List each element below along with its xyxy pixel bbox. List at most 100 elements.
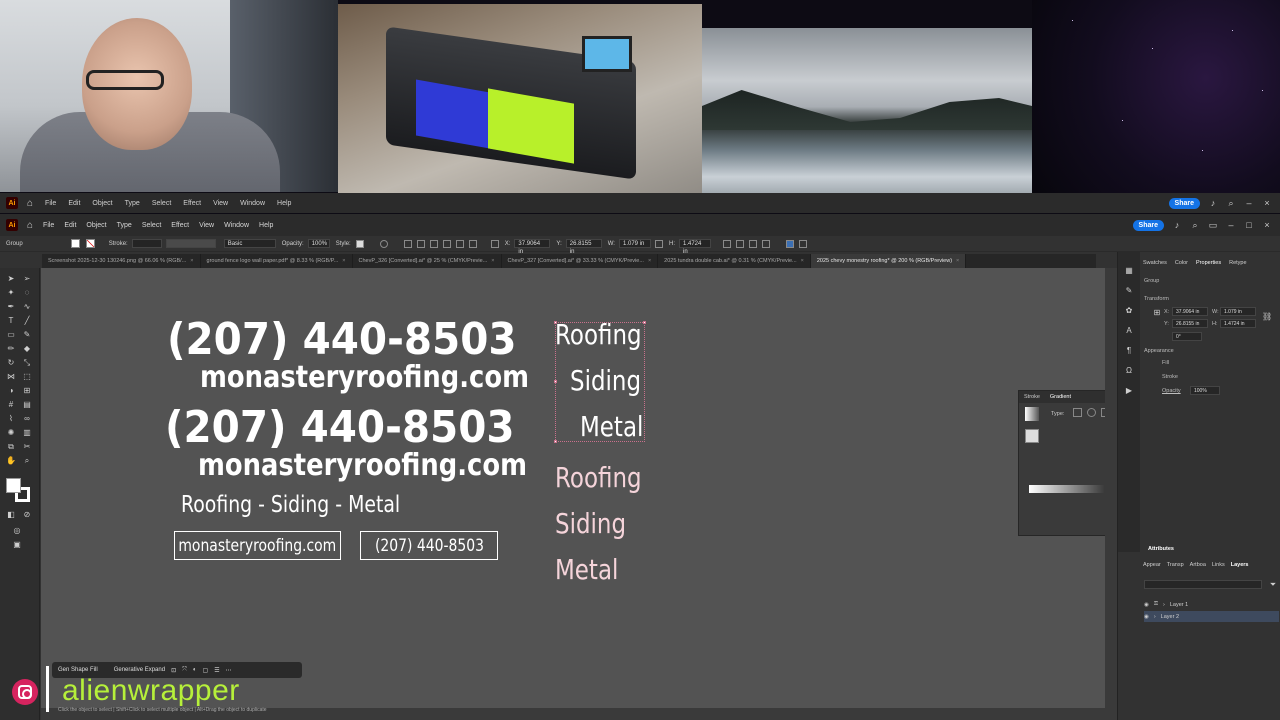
gradient-preview-swatch[interactable] — [1025, 407, 1039, 421]
more-options-icon[interactable] — [798, 239, 807, 248]
url-headline-2[interactable]: monasteryroofing.com — [198, 448, 527, 483]
eyedropper-icon[interactable]: ⌇ — [6, 414, 16, 424]
opacity-field[interactable]: 100% — [1190, 386, 1220, 395]
tab-close-icon[interactable]: × — [648, 258, 651, 264]
style-swatch[interactable] — [355, 239, 364, 248]
stack-left-siding[interactable]: Siding — [555, 507, 626, 540]
menu-view[interactable]: View — [199, 222, 214, 229]
link-icon[interactable] — [654, 239, 663, 248]
menu-object[interactable]: Object — [86, 222, 106, 229]
search-icon[interactable]: ⌕ — [1190, 220, 1200, 230]
rotate-icon[interactable]: ↻ — [6, 358, 16, 368]
isolate-icon[interactable] — [735, 239, 744, 248]
panel-menu-icon[interactable] — [761, 239, 770, 248]
expand-icon[interactable]: › — [1163, 602, 1165, 608]
tab-close-icon[interactable]: × — [801, 258, 804, 264]
phone-headline-2[interactable]: (207) 440-8503 — [165, 402, 515, 453]
share-button[interactable]: Share — [1132, 219, 1164, 231]
workspace-icon[interactable]: ▭ — [1208, 220, 1218, 230]
line-tool-icon[interactable]: ╱ — [22, 316, 32, 326]
paragraph-icon[interactable]: ¶ — [1124, 346, 1134, 356]
default-colors-icon[interactable]: ◧ — [6, 510, 16, 520]
select-similar-icon[interactable] — [785, 239, 794, 248]
w-field[interactable]: 1.079 in — [1220, 307, 1256, 316]
url-headline-1[interactable]: monasteryroofing.com — [200, 360, 529, 395]
pen-tool-icon[interactable]: ✒ — [6, 302, 16, 312]
stack-left-roofing[interactable]: Roofing — [555, 461, 642, 494]
maximize-icon[interactable]: □ — [1244, 220, 1254, 230]
radial-gradient-icon[interactable] — [1087, 408, 1096, 417]
reference-point-icon[interactable]: ⊞ — [1152, 308, 1162, 318]
paintbrush-icon[interactable]: ✎ — [22, 330, 32, 340]
h-field[interactable]: 1.4724 in — [678, 239, 711, 255]
tab-artboards[interactable]: Artboa — [1190, 562, 1206, 568]
visibility-icon[interactable]: ◉ — [1144, 614, 1149, 620]
fill-indicator[interactable] — [6, 478, 21, 493]
mesh-icon[interactable]: # — [6, 400, 16, 410]
vertical-scrollbar[interactable] — [1105, 268, 1117, 708]
y-field[interactable]: 26.8155 in — [565, 239, 602, 255]
layer-row[interactable]: ◉ ⚿ › Layer 1 — [1144, 599, 1279, 610]
context-menu-icon[interactable]: ⋯ — [226, 667, 232, 674]
selection-handle[interactable] — [554, 380, 557, 383]
x-field[interactable]: 37.9064 in — [514, 239, 551, 255]
type-tool-icon[interactable]: T — [6, 316, 16, 326]
graph-tool-icon[interactable]: ▥ — [22, 428, 32, 438]
menu-edit[interactable]: Edit — [64, 222, 76, 229]
menu-file[interactable]: File — [43, 222, 54, 229]
selection-tool-icon[interactable]: ➤ — [6, 274, 16, 284]
symbol-sprayer-icon[interactable]: ✺ — [6, 428, 16, 438]
tab-links[interactable]: Links — [1212, 562, 1225, 568]
tab-layers[interactable]: Layers — [1231, 562, 1249, 568]
shape-builder-icon[interactable]: ◑ — [6, 386, 16, 396]
selection-handle[interactable] — [554, 440, 557, 443]
free-transform-icon[interactable]: ⬚ — [22, 372, 32, 382]
tab-transparency[interactable]: Transp — [1167, 562, 1184, 568]
lock-icon[interactable]: ⚿ — [1154, 601, 1158, 608]
selection-handle[interactable] — [643, 321, 646, 324]
artboard-tool-icon[interactable]: ⧉ — [6, 442, 16, 452]
visibility-icon[interactable]: ◉ — [1144, 602, 1149, 608]
scale-icon[interactable]: ⤡ — [22, 358, 32, 368]
tab-document[interactable]: Screenshot 2025-12-30 130246.png @ 66.06… — [42, 254, 201, 268]
menu-select[interactable]: Select — [142, 222, 161, 229]
tab-close-icon[interactable]: × — [491, 258, 494, 264]
recolor-icon[interactable] — [379, 239, 388, 248]
tab-document-active[interactable]: 2025 chevy monestry roofing* @ 200 % (RG… — [810, 254, 967, 268]
reference-point-icon[interactable] — [490, 239, 499, 248]
menu-type[interactable]: Type — [117, 222, 132, 229]
align-right-icon[interactable] — [429, 239, 438, 248]
tab-close-icon[interactable]: × — [342, 258, 345, 264]
services-tagline[interactable]: Roofing - Siding - Metal — [181, 492, 400, 518]
brush-field[interactable]: Basic — [223, 239, 276, 248]
close-icon[interactable]: × — [1262, 220, 1272, 230]
h-field[interactable]: 1.4724 in — [1220, 319, 1256, 328]
menu-effect[interactable]: Effect — [171, 222, 189, 229]
glyphs-icon[interactable]: Ω — [1124, 366, 1134, 376]
type-panel-icon[interactable]: A — [1124, 326, 1134, 336]
stack-right-siding[interactable]: Siding — [570, 364, 641, 397]
layer-row-selected[interactable]: ◉ › Layer 2 — [1144, 611, 1279, 622]
tab-appearance[interactable]: Appear — [1143, 562, 1161, 568]
gen-shape-fill-button[interactable]: Gen Shape Fill — [58, 667, 98, 673]
align-bottom-icon[interactable] — [468, 239, 477, 248]
align-center-icon[interactable] — [416, 239, 425, 248]
tab-retype[interactable]: Retype — [1229, 260, 1246, 266]
crop-icon[interactable]: ⊡ — [171, 667, 176, 674]
stroke-panel-tab[interactable]: Stroke — [1019, 394, 1045, 400]
pencil-icon[interactable]: ✏ — [6, 344, 16, 354]
tab-color[interactable]: Color — [1175, 260, 1188, 266]
constrain-proportions-icon[interactable]: ⛓ — [1262, 312, 1272, 322]
zoom-tool-icon[interactable]: ⌕ — [22, 456, 32, 466]
home-icon[interactable]: ⌂ — [27, 220, 33, 231]
symbols-icon[interactable]: ✿ — [1124, 306, 1134, 316]
notification-icon[interactable]: ♪ — [1172, 220, 1182, 230]
fill-stroke-widget[interactable] — [6, 478, 32, 504]
generative-expand-button[interactable]: Generative Expand — [114, 667, 165, 673]
x-field[interactable]: 37.9064 in — [1172, 307, 1208, 316]
tab-document[interactable]: ChevP_326 [Converted].ai* @ 25 % (CMYK/P… — [353, 254, 502, 268]
expand-icon[interactable]: › — [1154, 614, 1156, 620]
stroke-weight-field[interactable] — [131, 239, 162, 248]
swatches-icon[interactable]: ▦ — [1124, 266, 1134, 276]
menu-window[interactable]: Window — [224, 222, 249, 229]
